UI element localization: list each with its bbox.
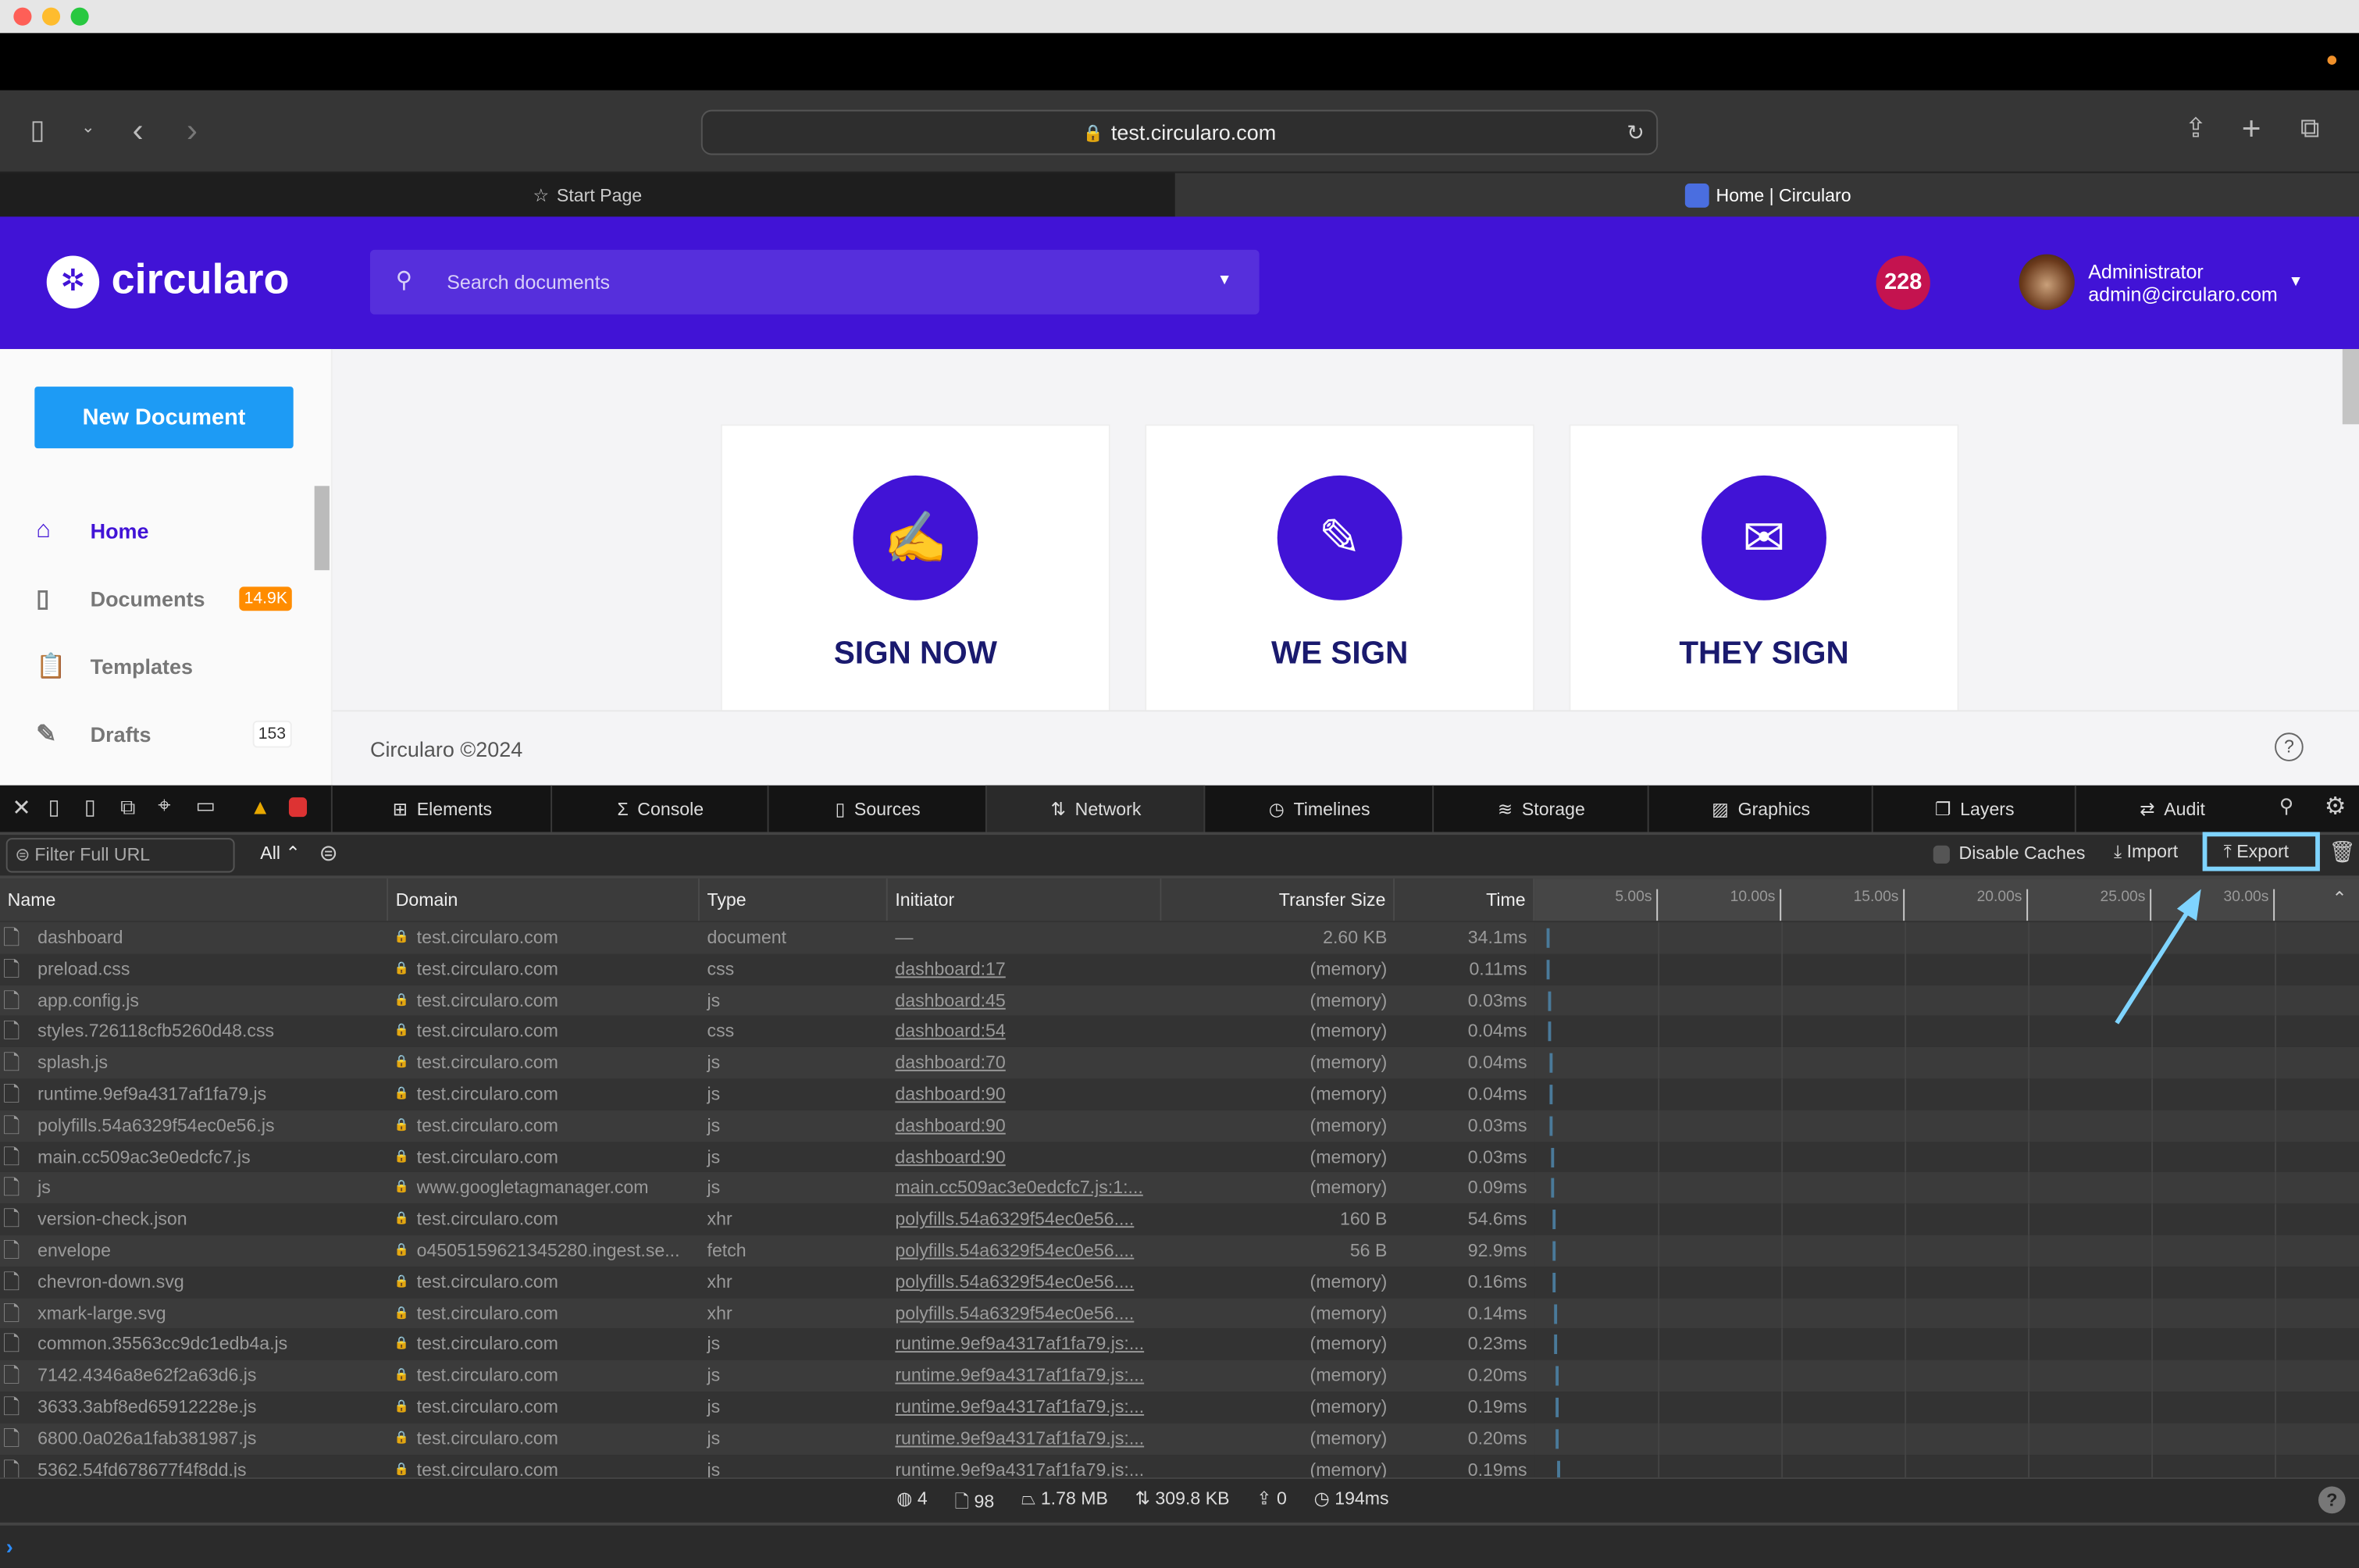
screen: ▯ ⌄ ‹ › ⇪ + ⧉ 🔒 test.circularo.com ↻ ☆ Star…	[0, 0, 2359, 1568]
annotation-arrow	[2115, 889, 2201, 1025]
